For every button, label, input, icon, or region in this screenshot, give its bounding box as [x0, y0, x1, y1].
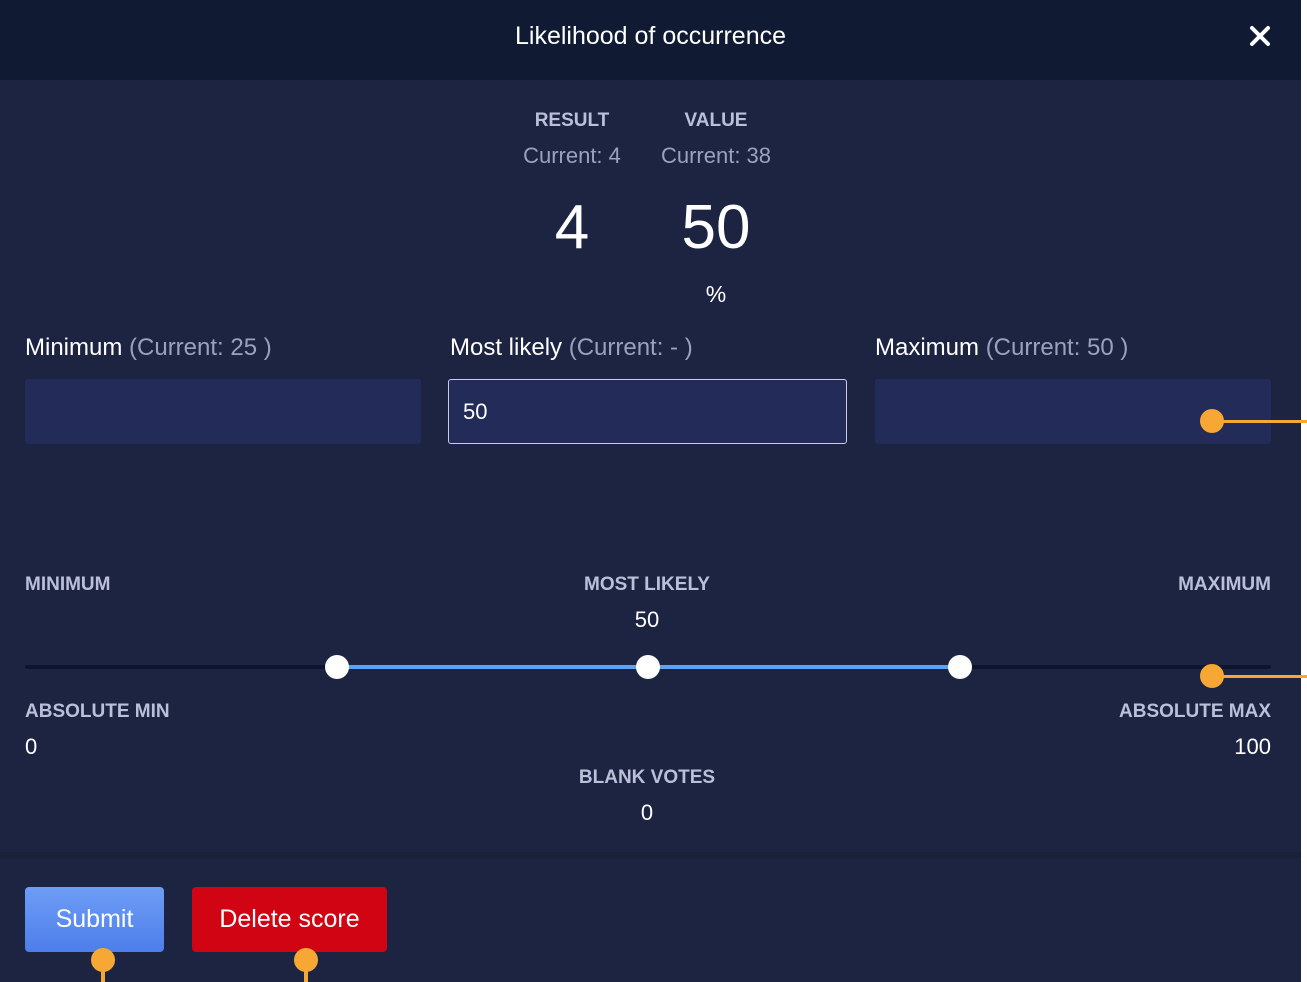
maximum-label: Maximum (Current: 50 ): [875, 334, 1128, 362]
value-unit: %: [705, 281, 727, 307]
delete-score-button-label: Delete score: [219, 905, 360, 933]
value-heading: VALUE: [684, 110, 748, 131]
most-likely-label-text: Most likely: [450, 334, 563, 361]
result-value: 4: [554, 193, 590, 262]
callout-line-maximum-input: [1212, 420, 1307, 423]
result-current: Current: 4: [523, 143, 621, 168]
callout-line-submit: [101, 958, 105, 982]
slider-minimum-label: MINIMUM: [25, 574, 111, 595]
minimum-input[interactable]: [25, 379, 421, 444]
absolute-max-value: 100: [1234, 734, 1271, 759]
most-likely-label: Most likely (Current: - ): [450, 334, 693, 362]
likelihood-dialog: Likelihood of occurrence RESULT VALUE Cu…: [0, 0, 1301, 982]
dialog-title: Likelihood of occurrence: [515, 22, 786, 50]
blank-votes-label: BLANK VOTES: [578, 767, 716, 788]
slider-handle-maximum[interactable]: [948, 655, 972, 679]
result-heading: RESULT: [534, 110, 610, 131]
submit-button-label: Submit: [55, 905, 134, 933]
minimum-label-text: Minimum: [25, 334, 123, 361]
blank-votes-value: 0: [640, 800, 654, 825]
value-current: Current: 38: [660, 143, 772, 168]
callout-line-delete: [304, 958, 308, 982]
most-likely-input[interactable]: [448, 379, 847, 444]
absolute-min-label: ABSOLUTE MIN: [25, 701, 170, 722]
slider-handle-minimum[interactable]: [325, 655, 349, 679]
minimum-current: (Current: 25 ): [129, 334, 272, 361]
most-likely-current: (Current: - ): [568, 334, 693, 361]
slider-most-likely-value: 50: [634, 607, 660, 632]
absolute-max-label: ABSOLUTE MAX: [1119, 701, 1271, 722]
callout-line-slider: [1212, 675, 1307, 678]
minimum-label: Minimum (Current: 25 ): [25, 334, 272, 362]
value-value: 50: [681, 193, 751, 262]
close-icon: [1250, 26, 1270, 46]
footer-divider: [0, 852, 1301, 858]
slider-maximum-label: MAXIMUM: [1178, 574, 1271, 595]
slider-handle-most-likely[interactable]: [636, 655, 660, 679]
maximum-current: (Current: 50 ): [985, 334, 1129, 361]
close-button[interactable]: [1240, 16, 1280, 56]
maximum-label-text: Maximum: [875, 334, 980, 361]
absolute-min-value: 0: [25, 734, 38, 759]
delete-score-button[interactable]: Delete score: [192, 887, 387, 952]
dialog-header: Likelihood of occurrence: [0, 0, 1301, 80]
slider-most-likely-label: MOST LIKELY: [584, 574, 710, 595]
submit-button[interactable]: Submit: [25, 887, 164, 952]
